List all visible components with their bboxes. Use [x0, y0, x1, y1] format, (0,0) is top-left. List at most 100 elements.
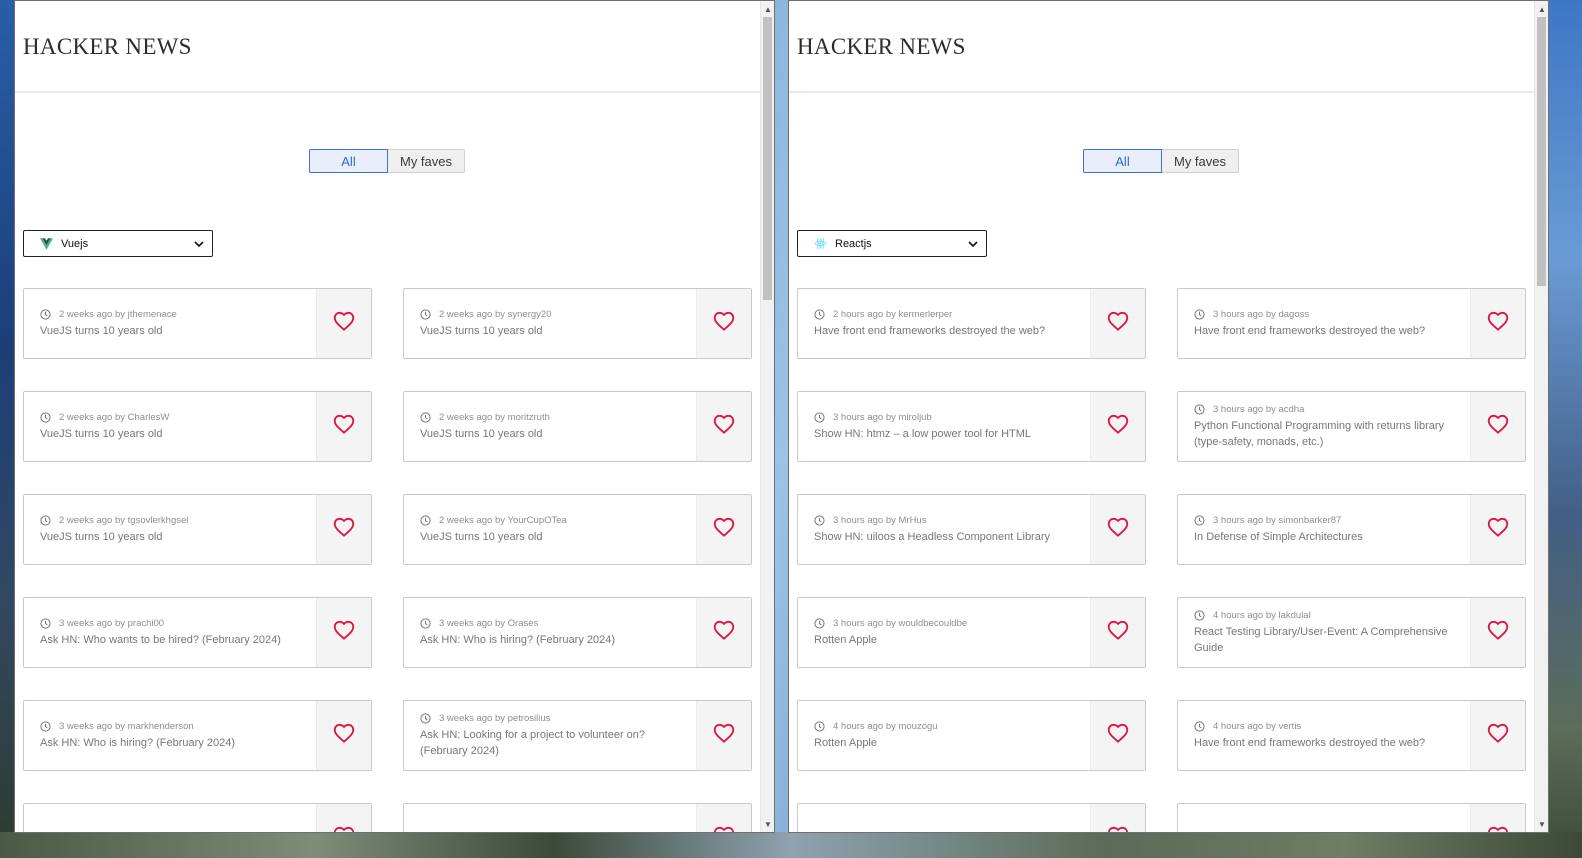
favorite-button[interactable] [696, 598, 751, 667]
post-card[interactable]: 2 weeks ago by YourCupOTea VueJS turns 10… [403, 494, 752, 565]
post-card[interactable]: 3 hours ago by miroljub Show HN: htmz – a… [797, 391, 1146, 462]
post-meta: 2 weeks ago by jthemenace [40, 309, 304, 320]
scroll-up-arrow-icon[interactable]: ▲ [761, 1, 774, 17]
favorite-button[interactable] [696, 289, 751, 358]
post-meta-text: 3 hours ago by dagoss [1213, 308, 1310, 320]
post-title[interactable]: Ask HN: Looking for a project to volunte… [420, 727, 684, 759]
post-title[interactable]: Ask HN: Who is hiring? (February 2024) [420, 632, 684, 648]
framework-select[interactable]: Vuejs [23, 230, 213, 257]
heart-icon [1107, 311, 1129, 336]
favorite-button[interactable] [696, 392, 751, 461]
all-button[interactable]: All [309, 149, 388, 173]
clock-icon [420, 411, 431, 423]
all-button[interactable]: All [1083, 149, 1162, 173]
post-title[interactable]: VueJS turns 10 years old [40, 529, 304, 545]
post-title[interactable]: Have front end frameworks destroyed the … [814, 323, 1078, 339]
favorite-button[interactable] [696, 701, 751, 770]
post-card[interactable]: 3 hours ago by MrHus Show HN: uiloos a He… [797, 494, 1146, 565]
post-card[interactable]: 3 weeks ago by petrosilius Ask HN: Lookin… [403, 700, 752, 771]
post-title[interactable]: Ask HN: Who is hiring? (February 2024) [40, 735, 304, 751]
favorite-button[interactable] [696, 804, 751, 832]
post-title[interactable]: VueJS turns 10 years old [420, 529, 684, 545]
clock-icon [1194, 720, 1205, 732]
post-title[interactable]: VueJS turns 10 years old [420, 426, 684, 442]
scroll-down-arrow-icon[interactable]: ▼ [761, 816, 774, 832]
post-title[interactable]: Show HN: htmz – a low power tool for HTM… [814, 426, 1078, 442]
favorite-button[interactable] [1090, 804, 1145, 832]
post-title[interactable]: Python Functional Programming with retur… [1194, 418, 1458, 450]
post-title[interactable]: Rotten Apple [814, 735, 1078, 751]
browser-window-right: HACKER NEWS All My faves Reactjs 2 hours… [788, 0, 1549, 833]
favorite-button[interactable] [1090, 701, 1145, 770]
post-card[interactable]: 2 hours ago by kermerlerper Have front en… [797, 288, 1146, 359]
post-title[interactable]: Show HN: uiloos a Headless Component Lib… [814, 529, 1078, 545]
react-logo-icon [813, 237, 827, 251]
post-card[interactable]: 3 weeks ago by samidalouche [403, 803, 752, 832]
post-card[interactable]: 4 hours ago by vertis Have front end fram… [1177, 700, 1526, 771]
favorite-button[interactable] [316, 804, 371, 832]
post-card[interactable]: 2 weeks ago by synergy20 VueJS turns 10 y… [403, 288, 752, 359]
favorite-button[interactable] [316, 598, 371, 667]
post-card[interactable]: 3 weeks ago by prachi00 Ask HN: Who wants… [23, 597, 372, 668]
post-card[interactable]: 4 hours ago by lakdulal React Testing Lib… [1177, 597, 1526, 668]
post-meta: 3 hours ago by acdha [1194, 404, 1458, 415]
post-body: 4 hours ago by Secretmapper [798, 804, 1090, 833]
post-card[interactable]: 3 weeks ago by markhenderson Ask HN: Who … [23, 700, 372, 771]
scrollbar-thumb[interactable] [763, 17, 772, 300]
post-card[interactable]: 3 hours ago by acdha Python Functional Pr… [1177, 391, 1526, 462]
favorite-button[interactable] [1090, 289, 1145, 358]
post-card[interactable]: 3 hours ago by simonbarker87 In Defense o… [1177, 494, 1526, 565]
favorite-button[interactable] [1470, 804, 1525, 832]
post-card[interactable]: 4 hours ago by zer00eyz [1177, 803, 1526, 832]
post-card[interactable]: 3 hours ago by dagoss Have front end fram… [1177, 288, 1526, 359]
favorite-button[interactable] [1470, 289, 1525, 358]
clock-icon [420, 712, 431, 724]
page-header: HACKER NEWS [15, 1, 760, 93]
post-card[interactable]: 2 weeks ago by jthemenace VueJS turns 10 … [23, 288, 372, 359]
scrollbar[interactable]: ▲ ▼ [760, 1, 774, 832]
post-card[interactable]: 4 hours ago by Secretmapper [797, 803, 1146, 833]
favorite-button[interactable] [316, 289, 371, 358]
post-meta: 3 hours ago by miroljub [814, 412, 1078, 423]
favorite-button[interactable] [316, 392, 371, 461]
favorite-button[interactable] [1090, 598, 1145, 667]
favorite-button[interactable] [1470, 701, 1525, 770]
post-title[interactable]: Rotten Apple [814, 632, 1078, 648]
post-title[interactable]: Have front end frameworks destroyed the … [1194, 323, 1458, 339]
favorite-button[interactable] [1470, 598, 1525, 667]
favorite-button[interactable] [316, 701, 371, 770]
my-faves-button[interactable]: My faves [1162, 149, 1239, 173]
scrollbar[interactable]: ▲ ▼ [1534, 1, 1548, 832]
post-card[interactable]: 3 weeks ago by arn242 [23, 803, 372, 832]
post-title[interactable]: VueJS turns 10 years old [420, 323, 684, 339]
favorite-button[interactable] [1470, 392, 1525, 461]
scroll-down-arrow-icon[interactable]: ▼ [1535, 816, 1548, 832]
favorite-button[interactable] [696, 495, 751, 564]
post-meta-text: 4 hours ago by vertis [1213, 720, 1302, 732]
post-title[interactable]: VueJS turns 10 years old [40, 323, 304, 339]
post-card[interactable]: 3 hours ago by wouldbecouldbe Rotten Appl… [797, 597, 1146, 668]
favorite-button[interactable] [1470, 495, 1525, 564]
my-faves-button[interactable]: My faves [388, 149, 465, 173]
framework-select[interactable]: Reactjs [797, 230, 987, 257]
post-title[interactable]: In Defense of Simple Architectures [1194, 529, 1458, 545]
post-card[interactable]: 2 weeks ago by CharlesW VueJS turns 10 ye… [23, 391, 372, 462]
post-card[interactable]: 3 weeks ago by Orases Ask HN: Who is hiri… [403, 597, 752, 668]
heart-icon [713, 620, 735, 645]
scroll-up-arrow-icon[interactable]: ▲ [1535, 1, 1548, 17]
post-body: 2 weeks ago by tgsovlerkhgsel VueJS turns… [24, 495, 316, 564]
heart-icon [713, 311, 735, 336]
favorite-button[interactable] [316, 495, 371, 564]
post-body: 3 hours ago by simonbarker87 In Defense o… [1178, 495, 1470, 564]
post-title[interactable]: VueJS turns 10 years old [40, 426, 304, 442]
scrollbar-thumb[interactable] [1537, 17, 1546, 286]
favorite-button[interactable] [1090, 392, 1145, 461]
post-card[interactable]: 2 weeks ago by tgsovlerkhgsel VueJS turns… [23, 494, 372, 565]
favorite-button[interactable] [1090, 495, 1145, 564]
post-title[interactable]: Ask HN: Who wants to be hired? (February… [40, 632, 304, 648]
post-title[interactable]: React Testing Library/User-Event: A Comp… [1194, 624, 1458, 656]
post-card[interactable]: 2 weeks ago by moritzruth VueJS turns 10 … [403, 391, 752, 462]
post-title[interactable]: Have front end frameworks destroyed the … [1194, 735, 1458, 751]
post-body: 3 hours ago by dagoss Have front end fram… [1178, 289, 1470, 358]
post-card[interactable]: 4 hours ago by mouzogu Rotten Apple [797, 700, 1146, 771]
